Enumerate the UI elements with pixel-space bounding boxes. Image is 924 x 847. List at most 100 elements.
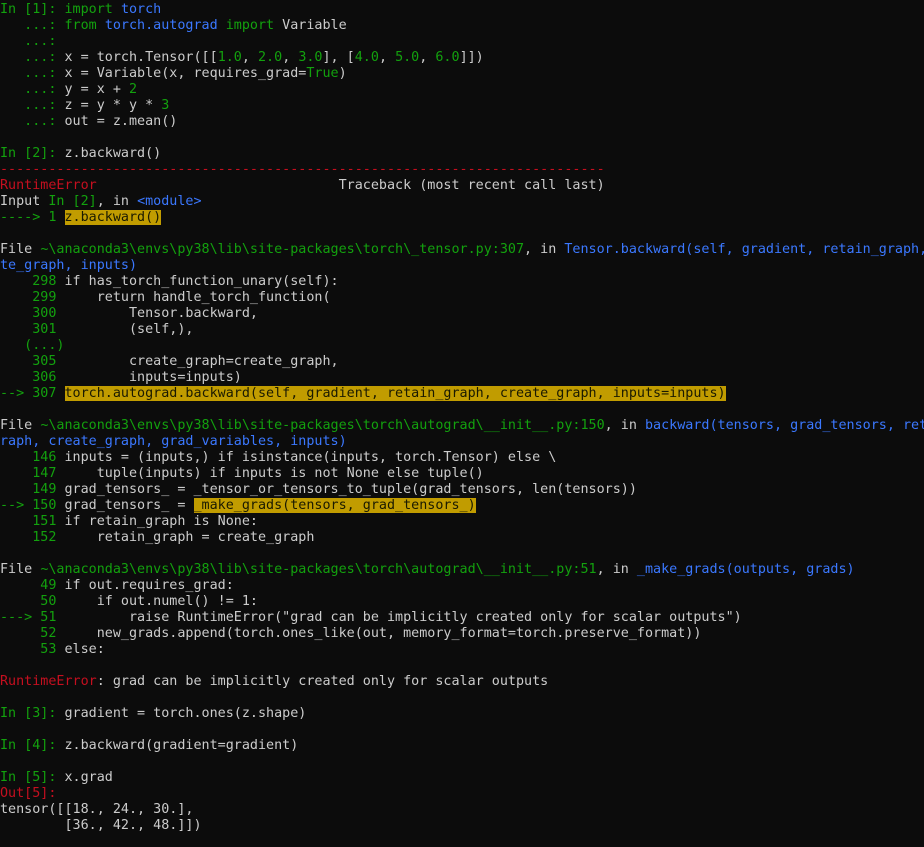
terminal-text: z.backward() bbox=[64, 210, 162, 225]
terminal-text: 6.0 bbox=[435, 50, 460, 65]
terminal-text: 3 bbox=[161, 98, 170, 113]
terminal-text: raph, create_graph, grad_variables, inpu… bbox=[0, 434, 347, 449]
terminal-line: ----------------------------------------… bbox=[0, 162, 924, 178]
terminal-text: from bbox=[64, 18, 97, 33]
terminal-line: 299 return handle_torch_function( bbox=[0, 290, 924, 306]
terminal-text: return handle_torch_function( bbox=[64, 290, 331, 305]
terminal-text: File bbox=[0, 562, 41, 577]
terminal-text: 301 bbox=[0, 322, 65, 337]
terminal-text: if has_torch_function_unary(self): bbox=[64, 274, 339, 289]
terminal-text: inputs = (inputs,) if isinstance(inputs,… bbox=[64, 450, 557, 465]
terminal-text: z.backward() bbox=[64, 146, 162, 161]
terminal-text: ...: bbox=[0, 82, 65, 97]
terminal-line: [36., 42., 48.]]) bbox=[0, 818, 924, 834]
terminal-text: torch.autograd.backward(self, gradient, … bbox=[64, 386, 726, 401]
terminal-text: 306 bbox=[0, 370, 65, 385]
terminal-text: ]]) bbox=[459, 50, 484, 65]
terminal-line: ...: bbox=[0, 34, 924, 50]
terminal-line: In [1]: import torch bbox=[0, 2, 924, 18]
terminal-text: backward(tensors, grad_tensors, retain_g… bbox=[644, 418, 924, 433]
terminal-text: 151 bbox=[0, 514, 65, 529]
terminal-text: (...) bbox=[0, 338, 65, 353]
terminal-text: grad_tensors_ = _tensor_or_tensors_to_tu… bbox=[64, 482, 637, 497]
terminal-line: ...: from torch.autograd import Variable bbox=[0, 18, 924, 34]
terminal-line: --> 150 grad_tensors_ = _make_grads(tens… bbox=[0, 498, 924, 514]
terminal-line: ----> 1 z.backward() bbox=[0, 210, 924, 226]
terminal-text: 2.0 bbox=[258, 50, 283, 65]
terminal-line: te_graph, inputs) bbox=[0, 258, 924, 274]
terminal-window[interactable]: In [1]: import torch ...: from torch.aut… bbox=[0, 0, 924, 847]
terminal-line: 300 Tensor.backward, bbox=[0, 306, 924, 322]
terminal-text: (self,), bbox=[64, 322, 194, 337]
terminal-text: 5.0 bbox=[395, 50, 420, 65]
terminal-text: ~\anaconda3\envs\py38\lib\site-packages\… bbox=[40, 562, 597, 577]
terminal-text: ...: bbox=[0, 114, 65, 129]
terminal-line: 53 else: bbox=[0, 642, 924, 658]
terminal-text: <module> bbox=[137, 194, 202, 209]
terminal-text: , bbox=[282, 50, 299, 65]
terminal-line: ...: x = Variable(x, requires_grad=True) bbox=[0, 66, 924, 82]
terminal-line: 149 grad_tensors_ = _tensor_or_tensors_t… bbox=[0, 482, 924, 498]
terminal-text: 50 bbox=[0, 594, 65, 609]
terminal-text: --> 150 bbox=[0, 498, 65, 513]
terminal-text: In [3]: bbox=[0, 706, 65, 721]
terminal-text: else: bbox=[64, 642, 105, 657]
terminal-text: RuntimeError bbox=[0, 178, 97, 193]
terminal-text: x = Variable(x, requires_grad= bbox=[64, 66, 307, 81]
terminal-text: RuntimeError bbox=[0, 674, 97, 689]
terminal-text: te_graph, inputs) bbox=[0, 258, 138, 273]
terminal-text: torch.autograd bbox=[104, 18, 218, 33]
terminal-line: 146 inputs = (inputs,) if isinstance(inp… bbox=[0, 450, 924, 466]
terminal-text: : grad can be implicitly created only fo… bbox=[96, 674, 549, 689]
terminal-text: 3.0 bbox=[298, 50, 323, 65]
terminal-text: True bbox=[306, 66, 339, 81]
terminal-text: gradient = torch.ones(z.shape) bbox=[64, 706, 307, 721]
terminal-line: 151 if retain_graph is None: bbox=[0, 514, 924, 530]
terminal-text: , bbox=[378, 50, 396, 65]
terminal-text: 53 bbox=[0, 642, 65, 657]
terminal-line: In [5]: x.grad bbox=[0, 770, 924, 786]
terminal-text: inputs=inputs) bbox=[64, 370, 242, 385]
terminal-line: File ~\anaconda3\envs\py38\lib\site-pack… bbox=[0, 418, 924, 434]
terminal-text: [36., 42., 48.]]) bbox=[0, 818, 202, 833]
terminal-text: In [2] bbox=[48, 194, 97, 209]
terminal-text: , bbox=[241, 50, 258, 65]
terminal-line: 147 tuple(inputs) if inputs is not None … bbox=[0, 466, 924, 482]
terminal-line: 298 if has_torch_function_unary(self): bbox=[0, 274, 924, 290]
terminal-text: 152 bbox=[0, 530, 65, 545]
terminal-text: z = y * y * bbox=[64, 98, 162, 113]
terminal-text: 4.0 bbox=[354, 50, 379, 65]
terminal-line: In [2]: z.backward() bbox=[0, 146, 924, 162]
terminal-line: 301 (self,), bbox=[0, 322, 924, 338]
terminal-text: In [2]: bbox=[0, 146, 65, 161]
terminal-text: grad_tensors_ = bbox=[64, 498, 194, 513]
terminal-text: In [5]: bbox=[0, 770, 65, 785]
terminal-text: y = x + bbox=[64, 82, 129, 97]
terminal-text: out = z.mean() bbox=[64, 114, 178, 129]
terminal-text: File bbox=[0, 418, 41, 433]
terminal-line: 49 if out.requires_grad: bbox=[0, 578, 924, 594]
terminal-line: raph, create_graph, grad_variables, inpu… bbox=[0, 434, 924, 450]
terminal-line: In [4]: z.backward(gradient=gradient) bbox=[0, 738, 924, 754]
terminal-text: ...: bbox=[0, 98, 65, 113]
terminal-text: _make_grads(outputs, grads) bbox=[636, 562, 855, 577]
terminal-text: if out.numel() != 1: bbox=[64, 594, 258, 609]
terminal-line: Input In [2], in <module> bbox=[0, 194, 924, 210]
terminal-text: x.grad bbox=[64, 770, 113, 785]
terminal-line: File ~\anaconda3\envs\py38\lib\site-pack… bbox=[0, 242, 924, 258]
terminal-text: tuple(inputs) if inputs is not None else… bbox=[64, 466, 484, 481]
terminal-text: import bbox=[64, 2, 113, 17]
terminal-text: ----> 1 bbox=[0, 210, 65, 225]
terminal-line: --> 307 torch.autograd.backward(self, gr… bbox=[0, 386, 924, 402]
terminal-text: 1.0 bbox=[217, 50, 242, 65]
terminal-text: tensor([[18., 24., 30.], bbox=[0, 802, 194, 817]
terminal-line: ---> 51 raise RuntimeError("grad can be … bbox=[0, 610, 924, 626]
terminal-text: new_grads.append(torch.ones_like(out, me… bbox=[64, 626, 702, 641]
terminal-text: Out[5]: bbox=[0, 786, 57, 801]
